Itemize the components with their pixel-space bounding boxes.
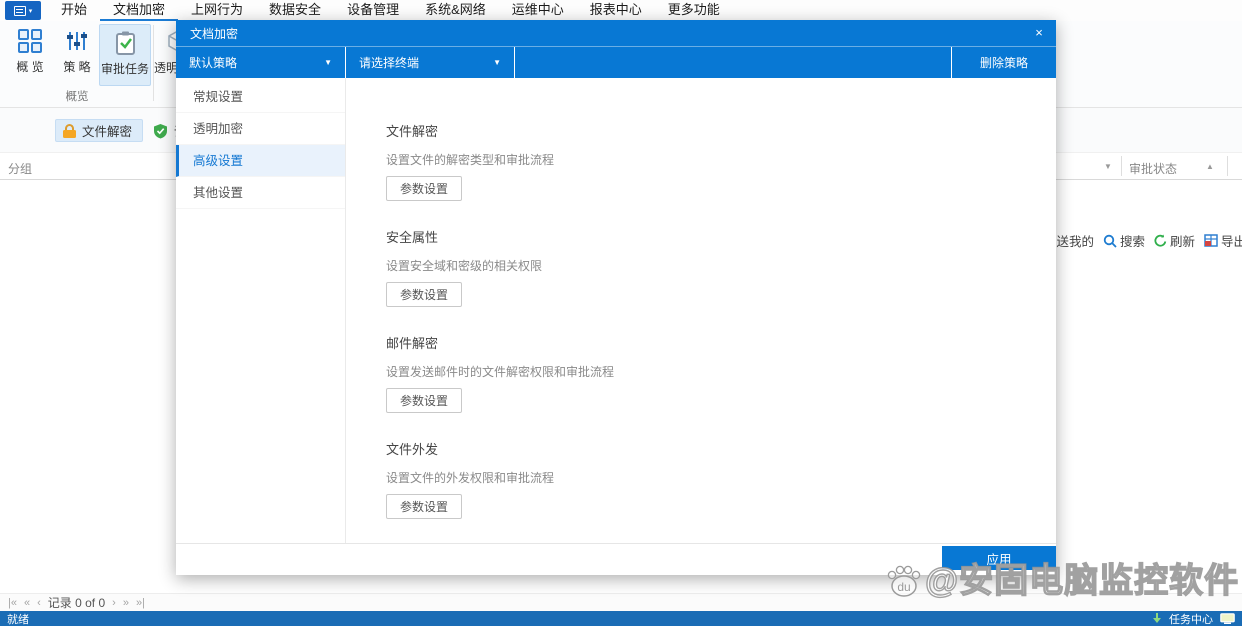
search-icon xyxy=(1103,234,1117,248)
export-button[interactable]: 导出 xyxy=(1204,231,1242,250)
refresh-label: 刷新 xyxy=(1170,231,1195,250)
shield-icon xyxy=(153,123,168,139)
tab-system-network[interactable]: 系统&网络 xyxy=(412,0,499,21)
action-bar-right: 抄送我的 搜索 刷新 导出 xyxy=(1044,230,1242,251)
select-terminal-dropdown[interactable]: 请选择终端 ▼ xyxy=(346,47,515,78)
export-icon xyxy=(1204,234,1218,247)
sidebar-item-advanced-settings[interactable]: 高级设置 xyxy=(176,145,345,177)
search-button[interactable]: 搜索 xyxy=(1103,231,1145,250)
delete-policy-button[interactable]: 删除策略 xyxy=(951,47,1056,78)
sidebar-item-other-settings[interactable]: 其他设置 xyxy=(176,177,345,209)
status-bar: 就绪 任务中心 xyxy=(0,611,1242,626)
dialog-sidebar: 常规设置 透明加密 高级设置 其他设置 xyxy=(176,78,346,575)
tab-device-management[interactable]: 设备管理 xyxy=(334,0,412,21)
sliders-icon xyxy=(65,29,89,53)
param-settings-button[interactable]: 参数设置 xyxy=(386,494,462,519)
pager-fast-next-icon[interactable]: » xyxy=(123,597,129,609)
app-menu-button[interactable]: ▾ xyxy=(5,1,41,20)
chevron-down-icon: ▾ xyxy=(29,7,33,15)
section-title: 安全属性 xyxy=(386,227,1026,246)
section-mail-decrypt: 邮件解密 设置发送邮件时的文件解密权限和审批流程 参数设置 xyxy=(386,333,1026,413)
refresh-icon xyxy=(1154,234,1167,247)
sidebar-item-transparent-encryption[interactable]: 透明加密 xyxy=(176,113,345,145)
dialog-toolbar: 默认策略 ▼ 请选择终端 ▼ 删除策略 xyxy=(176,46,1056,78)
column-divider xyxy=(1227,156,1228,176)
policy-label: 策 略 xyxy=(63,58,90,75)
column-sort-caret-icon[interactable]: ▲ xyxy=(1206,162,1214,171)
section-title: 文件解密 xyxy=(386,121,1026,140)
pager-bar: |« « ‹ 记录 0 of 0 › » »| xyxy=(0,593,1242,611)
sidebar-item-general-settings[interactable]: 常规设置 xyxy=(176,81,345,113)
section-desc: 设置文件的解密类型和审批流程 xyxy=(386,151,1026,168)
export-label: 导出 xyxy=(1221,231,1242,250)
section-title: 文件外发 xyxy=(386,439,1026,458)
pager-fast-prev-icon[interactable]: « xyxy=(24,597,30,609)
approval-tasks-button[interactable]: 审批任务 xyxy=(99,24,151,86)
tab-more-functions[interactable]: 更多功能 xyxy=(655,0,733,21)
task-center-button[interactable]: 任务中心 xyxy=(1169,611,1213,627)
ribbon-group-divider xyxy=(153,25,154,101)
tab-doc-encryption[interactable]: 文档加密 xyxy=(100,0,178,21)
file-decrypt-label: 文件解密 xyxy=(82,121,132,140)
paw-label: du xyxy=(897,580,910,594)
close-icon[interactable]: × xyxy=(1030,24,1048,42)
chevron-down-icon: ▼ xyxy=(493,58,501,67)
pager-prev-icon[interactable]: ‹ xyxy=(37,597,41,609)
ribbon-group-label: 概览 xyxy=(6,88,148,104)
dialog-footer: 应用 xyxy=(176,543,1056,575)
section-desc: 设置安全域和密级的相关权限 xyxy=(386,257,1026,274)
pager-record-count: 记录 0 of 0 xyxy=(48,594,105,611)
overview-grid-icon xyxy=(18,29,42,53)
column-divider xyxy=(1121,156,1122,176)
dialog-title: 文档加密 xyxy=(190,25,238,42)
dialog-titlebar[interactable]: 文档加密 × xyxy=(176,20,1056,46)
search-label: 搜索 xyxy=(1120,231,1145,250)
pager-last-icon[interactable]: »| xyxy=(136,597,145,609)
file-decrypt-button[interactable]: 文件解密 xyxy=(55,119,143,142)
menu-bar: ▾ 开始 文档加密 上网行为 数据安全 设备管理 系统&网络 运维中心 报表中心… xyxy=(0,0,1242,21)
dialog-body: 常规设置 透明加密 高级设置 其他设置 文件解密 设置文件的解密类型和审批流程 … xyxy=(176,78,1056,575)
default-policy-dropdown[interactable]: 默认策略 ▼ xyxy=(176,47,346,78)
param-settings-button[interactable]: 参数设置 xyxy=(386,388,462,413)
app-logo-icon xyxy=(14,6,26,16)
toolbar-spacer xyxy=(515,47,951,78)
status-ready-label: 就绪 xyxy=(7,611,29,627)
select-terminal-label: 请选择终端 xyxy=(359,54,419,71)
chevron-down-icon: ▼ xyxy=(324,58,332,67)
overview-label: 概 览 xyxy=(16,58,43,75)
section-desc: 设置文件的外发权限和审批流程 xyxy=(386,469,1026,486)
overview-button[interactable]: 概 览 xyxy=(8,24,52,86)
section-file-decrypt: 文件解密 设置文件的解密类型和审批流程 参数设置 xyxy=(386,121,1026,201)
tab-internet-behavior[interactable]: 上网行为 xyxy=(178,0,256,21)
column-header-approval-status[interactable]: 审批状态 xyxy=(1129,160,1177,177)
apply-button[interactable]: 应用 xyxy=(942,546,1056,570)
default-policy-label: 默认策略 xyxy=(189,54,237,71)
policy-button[interactable]: 策 略 xyxy=(55,24,99,86)
monitor-icon[interactable] xyxy=(1220,613,1235,624)
column-header-group[interactable]: 分组 xyxy=(8,160,32,177)
dialog-content: 文件解密 设置文件的解密类型和审批流程 参数设置 安全属性 设置安全域和密级的相… xyxy=(346,78,1056,575)
pager-next-icon[interactable]: › xyxy=(112,597,116,609)
section-desc: 设置发送邮件时的文件解密权限和审批流程 xyxy=(386,363,1026,380)
approval-tasks-label: 审批任务 xyxy=(101,60,149,77)
section-security-attr: 安全属性 设置安全域和密级的相关权限 参数设置 xyxy=(386,227,1026,307)
download-arrow-icon xyxy=(1152,613,1162,624)
tab-start[interactable]: 开始 xyxy=(48,0,100,21)
refresh-button[interactable]: 刷新 xyxy=(1154,231,1195,250)
tab-data-security[interactable]: 数据安全 xyxy=(256,0,334,21)
lock-icon xyxy=(63,124,76,138)
param-settings-button[interactable]: 参数设置 xyxy=(386,176,462,201)
section-title: 邮件解密 xyxy=(386,333,1026,352)
doc-encryption-dialog: 文档加密 × 默认策略 ▼ 请选择终端 ▼ 删除策略 常规设置 透明加密 高级设… xyxy=(176,20,1056,575)
column-filter-caret-icon[interactable]: ▼ xyxy=(1104,162,1112,171)
pager-first-icon[interactable]: |« xyxy=(8,597,17,609)
clipboard-check-icon xyxy=(113,30,138,55)
tab-ops-center[interactable]: 运维中心 xyxy=(499,0,577,21)
tab-report-center[interactable]: 报表中心 xyxy=(577,0,655,21)
section-file-outgoing: 文件外发 设置文件的外发权限和审批流程 参数设置 xyxy=(386,439,1026,519)
param-settings-button[interactable]: 参数设置 xyxy=(386,282,462,307)
ribbon-tabs: 开始 文档加密 上网行为 数据安全 设备管理 系统&网络 运维中心 报表中心 更… xyxy=(48,0,733,21)
